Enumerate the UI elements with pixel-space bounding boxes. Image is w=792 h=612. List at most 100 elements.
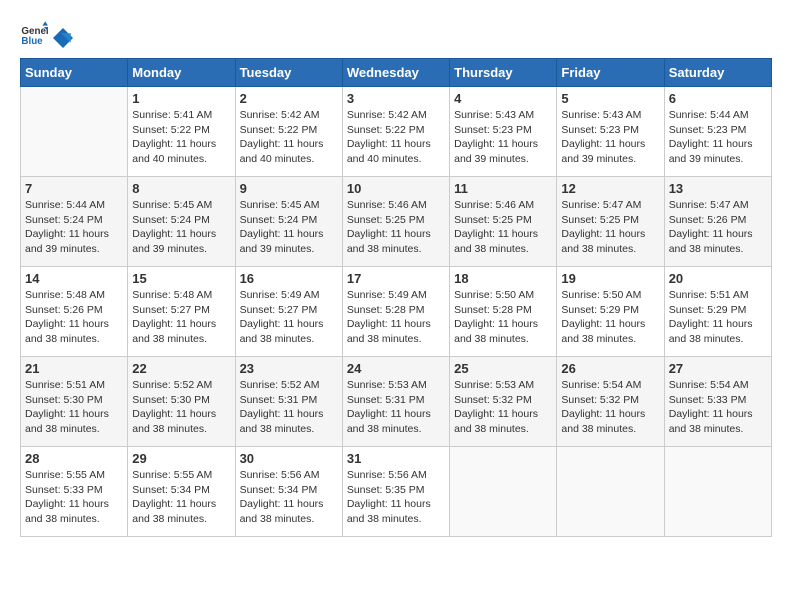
calendar-cell: 13Sunrise: 5:47 AMSunset: 5:26 PMDayligh… <box>664 177 771 267</box>
day-info: Sunrise: 5:55 AMSunset: 5:33 PMDaylight:… <box>25 468 123 527</box>
day-info: Sunrise: 5:53 AMSunset: 5:32 PMDaylight:… <box>454 378 552 437</box>
day-number: 9 <box>240 181 338 196</box>
calendar-cell: 7 Sunrise: 5:44 AMSunset: 5:24 PMDaylight… <box>21 177 128 267</box>
day-number: 24 <box>347 361 445 376</box>
calendar-cell: 31Sunrise: 5:56 AMSunset: 5:35 PMDayligh… <box>342 447 449 537</box>
day-info: Sunrise: 5:51 AMSunset: 5:29 PMDaylight:… <box>669 288 767 347</box>
calendar-cell: 29Sunrise: 5:55 AMSunset: 5:34 PMDayligh… <box>128 447 235 537</box>
day-info: Sunrise: 5:44 AMSunset: 5:24 PMDaylight:… <box>25 198 123 257</box>
day-number: 27 <box>669 361 767 376</box>
day-number: 25 <box>454 361 552 376</box>
day-info: Sunrise: 5:46 AMSunset: 5:25 PMDaylight:… <box>347 198 445 257</box>
day-number: 19 <box>561 271 659 286</box>
day-info: Sunrise: 5:53 AMSunset: 5:31 PMDaylight:… <box>347 378 445 437</box>
day-number: 14 <box>25 271 123 286</box>
calendar-cell: 30 Sunrise: 5:56 AMSunset: 5:34 PMDayligh… <box>235 447 342 537</box>
logo-icon: General Blue <box>20 20 48 48</box>
day-info: Sunrise: 5:41 AMSunset: 5:22 PMDaylight:… <box>132 108 230 167</box>
day-number: 28 <box>25 451 123 466</box>
calendar-cell: 17Sunrise: 5:49 AMSunset: 5:28 PMDayligh… <box>342 267 449 357</box>
calendar-cell: 8Sunrise: 5:45 AMSunset: 5:24 PMDaylight… <box>128 177 235 267</box>
calendar-cell: 16 Sunrise: 5:49 AMSunset: 5:27 PMDayligh… <box>235 267 342 357</box>
day-number: 21 <box>25 361 123 376</box>
day-number: 16 <box>240 271 338 286</box>
day-info: Sunrise: 5:46 AMSunset: 5:25 PMDaylight:… <box>454 198 552 257</box>
calendar-cell: 22 Sunrise: 5:52 AMSunset: 5:30 PMDayligh… <box>128 357 235 447</box>
day-number: 31 <box>347 451 445 466</box>
calendar-cell: 1Sunrise: 5:41 AMSunset: 5:22 PMDaylight… <box>128 87 235 177</box>
calendar-cell: 10 Sunrise: 5:46 AMSunset: 5:25 PMDayligh… <box>342 177 449 267</box>
day-info: Sunrise: 5:52 AMSunset: 5:31 PMDaylight:… <box>240 378 338 437</box>
day-number: 10 <box>347 181 445 196</box>
calendar-cell: 19 Sunrise: 5:50 AMSunset: 5:29 PMDayligh… <box>557 267 664 357</box>
day-info: Sunrise: 5:45 AMSunset: 5:24 PMDaylight:… <box>132 198 230 257</box>
calendar-cell: 11 Sunrise: 5:46 AMSunset: 5:25 PMDayligh… <box>450 177 557 267</box>
day-info: Sunrise: 5:54 AMSunset: 5:32 PMDaylight:… <box>561 378 659 437</box>
calendar-header-row: SundayMondayTuesdayWednesdayThursdayFrid… <box>21 59 772 87</box>
calendar-cell <box>21 87 128 177</box>
day-info: Sunrise: 5:42 AMSunset: 5:22 PMDaylight:… <box>347 108 445 167</box>
col-header-saturday: Saturday <box>664 59 771 87</box>
calendar-cell: 18 Sunrise: 5:50 AMSunset: 5:28 PMDayligh… <box>450 267 557 357</box>
day-info: Sunrise: 5:49 AMSunset: 5:27 PMDaylight:… <box>240 288 338 347</box>
calendar-cell: 6 Sunrise: 5:44 AMSunset: 5:23 PMDaylight… <box>664 87 771 177</box>
day-number: 23 <box>240 361 338 376</box>
calendar-cell: 23 Sunrise: 5:52 AMSunset: 5:31 PMDayligh… <box>235 357 342 447</box>
day-info: Sunrise: 5:50 AMSunset: 5:29 PMDaylight:… <box>561 288 659 347</box>
day-number: 6 <box>669 91 767 106</box>
day-number: 11 <box>454 181 552 196</box>
calendar-cell: 26Sunrise: 5:54 AMSunset: 5:32 PMDayligh… <box>557 357 664 447</box>
day-number: 4 <box>454 91 552 106</box>
calendar-cell: 2 Sunrise: 5:42 AMSunset: 5:22 PMDaylight… <box>235 87 342 177</box>
day-number: 17 <box>347 271 445 286</box>
day-info: Sunrise: 5:44 AMSunset: 5:23 PMDaylight:… <box>669 108 767 167</box>
day-info: Sunrise: 5:52 AMSunset: 5:30 PMDaylight:… <box>132 378 230 437</box>
calendar-cell: 14 Sunrise: 5:48 AMSunset: 5:26 PMDayligh… <box>21 267 128 357</box>
calendar-cell <box>664 447 771 537</box>
day-number: 12 <box>561 181 659 196</box>
day-info: Sunrise: 5:55 AMSunset: 5:34 PMDaylight:… <box>132 468 230 527</box>
calendar-cell: 5Sunrise: 5:43 AMSunset: 5:23 PMDaylight… <box>557 87 664 177</box>
day-info: Sunrise: 5:43 AMSunset: 5:23 PMDaylight:… <box>561 108 659 167</box>
calendar-cell <box>557 447 664 537</box>
calendar-week-row: 7 Sunrise: 5:44 AMSunset: 5:24 PMDaylight… <box>21 177 772 267</box>
day-info: Sunrise: 5:50 AMSunset: 5:28 PMDaylight:… <box>454 288 552 347</box>
col-header-tuesday: Tuesday <box>235 59 342 87</box>
logo: General Blue <box>20 20 74 48</box>
day-number: 20 <box>669 271 767 286</box>
day-info: Sunrise: 5:42 AMSunset: 5:22 PMDaylight:… <box>240 108 338 167</box>
day-number: 30 <box>240 451 338 466</box>
svg-text:Blue: Blue <box>21 36 43 47</box>
day-info: Sunrise: 5:48 AMSunset: 5:26 PMDaylight:… <box>25 288 123 347</box>
day-info: Sunrise: 5:54 AMSunset: 5:33 PMDaylight:… <box>669 378 767 437</box>
day-number: 15 <box>132 271 230 286</box>
header: General Blue <box>20 20 772 48</box>
day-info: Sunrise: 5:47 AMSunset: 5:25 PMDaylight:… <box>561 198 659 257</box>
calendar-cell: 27 Sunrise: 5:54 AMSunset: 5:33 PMDayligh… <box>664 357 771 447</box>
col-header-monday: Monday <box>128 59 235 87</box>
col-header-thursday: Thursday <box>450 59 557 87</box>
logo-triangle-icon <box>53 28 73 48</box>
calendar-table: SundayMondayTuesdayWednesdayThursdayFrid… <box>20 58 772 537</box>
calendar-cell: 15 Sunrise: 5:48 AMSunset: 5:27 PMDayligh… <box>128 267 235 357</box>
day-number: 7 <box>25 181 123 196</box>
calendar-week-row: 21Sunrise: 5:51 AMSunset: 5:30 PMDayligh… <box>21 357 772 447</box>
calendar-cell: 3Sunrise: 5:42 AMSunset: 5:22 PMDaylight… <box>342 87 449 177</box>
day-info: Sunrise: 5:45 AMSunset: 5:24 PMDaylight:… <box>240 198 338 257</box>
calendar-cell <box>450 447 557 537</box>
calendar-cell: 28 Sunrise: 5:55 AMSunset: 5:33 PMDayligh… <box>21 447 128 537</box>
day-info: Sunrise: 5:56 AMSunset: 5:34 PMDaylight:… <box>240 468 338 527</box>
col-header-friday: Friday <box>557 59 664 87</box>
day-info: Sunrise: 5:48 AMSunset: 5:27 PMDaylight:… <box>132 288 230 347</box>
calendar-cell: 25 Sunrise: 5:53 AMSunset: 5:32 PMDayligh… <box>450 357 557 447</box>
day-number: 18 <box>454 271 552 286</box>
col-header-sunday: Sunday <box>21 59 128 87</box>
calendar-cell: 9 Sunrise: 5:45 AMSunset: 5:24 PMDaylight… <box>235 177 342 267</box>
day-number: 2 <box>240 91 338 106</box>
day-number: 22 <box>132 361 230 376</box>
calendar-week-row: 1Sunrise: 5:41 AMSunset: 5:22 PMDaylight… <box>21 87 772 177</box>
day-info: Sunrise: 5:43 AMSunset: 5:23 PMDaylight:… <box>454 108 552 167</box>
calendar-cell: 20 Sunrise: 5:51 AMSunset: 5:29 PMDayligh… <box>664 267 771 357</box>
calendar-week-row: 28 Sunrise: 5:55 AMSunset: 5:33 PMDayligh… <box>21 447 772 537</box>
day-info: Sunrise: 5:47 AMSunset: 5:26 PMDaylight:… <box>669 198 767 257</box>
